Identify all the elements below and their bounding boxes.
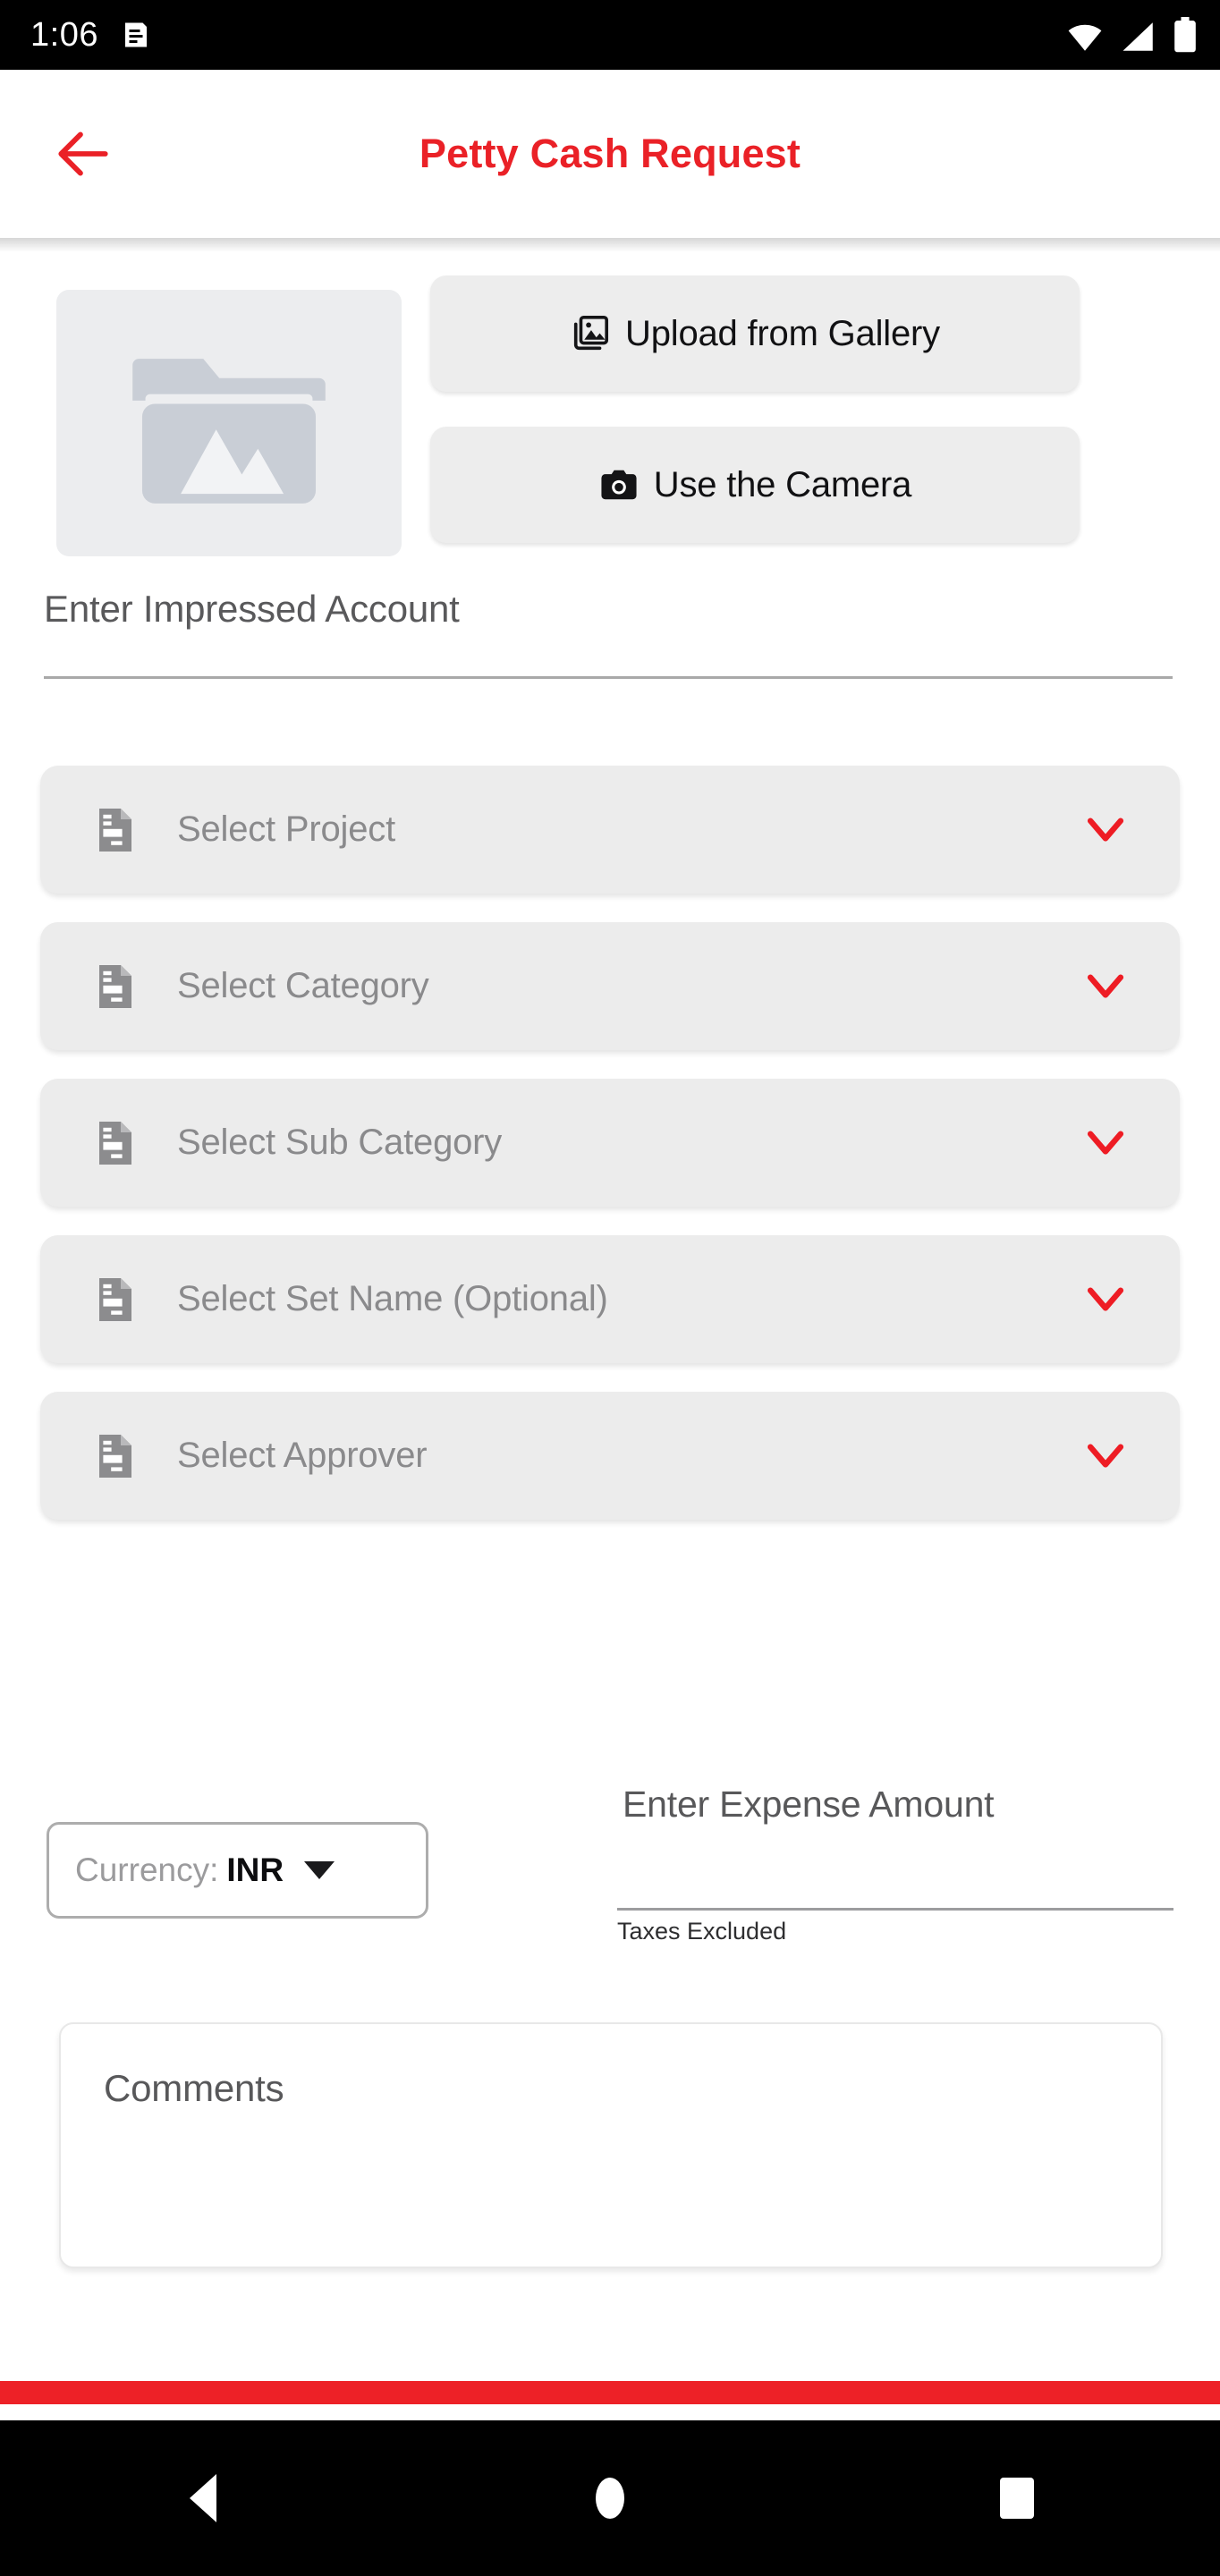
app-screen: 1:06 Petty Cash Request Upload from Gall…	[0, 0, 1220, 2576]
nav-recents-icon	[999, 2478, 1034, 2519]
comments-input[interactable]: Comments	[59, 2022, 1163, 2268]
status-bar-clock: 1:06	[30, 16, 98, 54]
select-sub-category-label: Select Sub Category	[177, 1123, 503, 1162]
chevron-down-icon	[1087, 1131, 1124, 1155]
attachment-section: Upload from Gallery Use the Camera	[0, 272, 1220, 556]
currency-selector[interactable]: Currency: INR	[47, 1822, 428, 1919]
notification-icon	[124, 22, 147, 47]
select-set-name-label: Select Set Name (Optional)	[177, 1279, 608, 1318]
expense-amount-input[interactable]	[617, 1908, 1173, 1911]
nav-home-button[interactable]	[543, 2449, 677, 2547]
taxes-excluded-note: Taxes Excluded	[617, 1918, 787, 1945]
photo-library-icon	[573, 315, 609, 351]
chevron-down-icon	[1087, 974, 1124, 998]
select-category-label: Select Category	[177, 966, 429, 1005]
attachment-preview[interactable]	[56, 290, 402, 556]
chevron-down-icon	[1087, 1444, 1124, 1468]
back-button[interactable]	[50, 121, 116, 187]
upload-from-gallery-label: Upload from Gallery	[625, 313, 940, 353]
impressed-account-label: Enter Impressed Account	[44, 588, 460, 630]
use-camera-button[interactable]: Use the Camera	[430, 427, 1080, 543]
select-project-dropdown[interactable]: Select Project	[40, 766, 1180, 894]
select-approver-dropdown[interactable]: Select Approver	[40, 1392, 1180, 1520]
impressed-account-underline	[44, 676, 1173, 679]
form-content: Upload from Gallery Use the Camera Enter…	[0, 252, 1220, 2404]
status-bar-notifications	[120, 18, 152, 52]
use-camera-label: Use the Camera	[653, 464, 912, 504]
caret-down-icon	[304, 1861, 335, 1879]
upload-from-gallery-button[interactable]: Upload from Gallery	[430, 275, 1080, 392]
nav-back-button[interactable]	[136, 2449, 270, 2547]
app-bar: Petty Cash Request	[0, 70, 1220, 238]
select-category-dropdown[interactable]: Select Category	[40, 922, 1180, 1050]
document-icon	[99, 808, 131, 852]
document-icon	[99, 964, 131, 1008]
amount-section: Currency: INR Enter Expense Amount Taxes…	[0, 1784, 1220, 1953]
nav-recents-button[interactable]	[950, 2449, 1084, 2547]
select-project-label: Select Project	[177, 809, 395, 849]
document-icon	[99, 1121, 131, 1165]
nav-back-icon	[190, 2474, 217, 2522]
camera-icon	[601, 470, 637, 500]
status-bar-system-icons	[1066, 17, 1197, 53]
document-icon	[99, 1277, 131, 1321]
app-bar-divider	[0, 238, 1220, 252]
battery-icon	[1174, 17, 1196, 53]
document-icon	[99, 1434, 131, 1478]
chevron-down-icon	[1087, 818, 1124, 842]
currency-label: Currency:	[75, 1852, 219, 1888]
currency-value: INR	[226, 1852, 284, 1888]
page-title: Petty Cash Request	[419, 131, 801, 176]
dropdown-list: Select Project Select Category Select Su…	[0, 766, 1220, 1548]
status-bar: 1:06	[0, 0, 1220, 70]
comments-placeholder: Comments	[104, 2067, 284, 2109]
select-approver-label: Select Approver	[177, 1436, 428, 1475]
nav-home-icon	[595, 2478, 624, 2519]
chevron-down-icon	[1087, 1287, 1124, 1311]
submit-button[interactable]	[0, 2381, 1220, 2404]
select-set-name-dropdown[interactable]: Select Set Name (Optional)	[40, 1235, 1180, 1363]
cellular-signal-icon	[1123, 22, 1153, 51]
back-arrow-icon	[58, 131, 108, 176]
select-sub-category-dropdown[interactable]: Select Sub Category	[40, 1079, 1180, 1207]
photo-folder-icon	[132, 359, 326, 504]
wifi-icon	[1068, 24, 1102, 51]
android-navigation-bar	[0, 2420, 1220, 2576]
expense-amount-label: Enter Expense Amount	[623, 1784, 995, 1825]
